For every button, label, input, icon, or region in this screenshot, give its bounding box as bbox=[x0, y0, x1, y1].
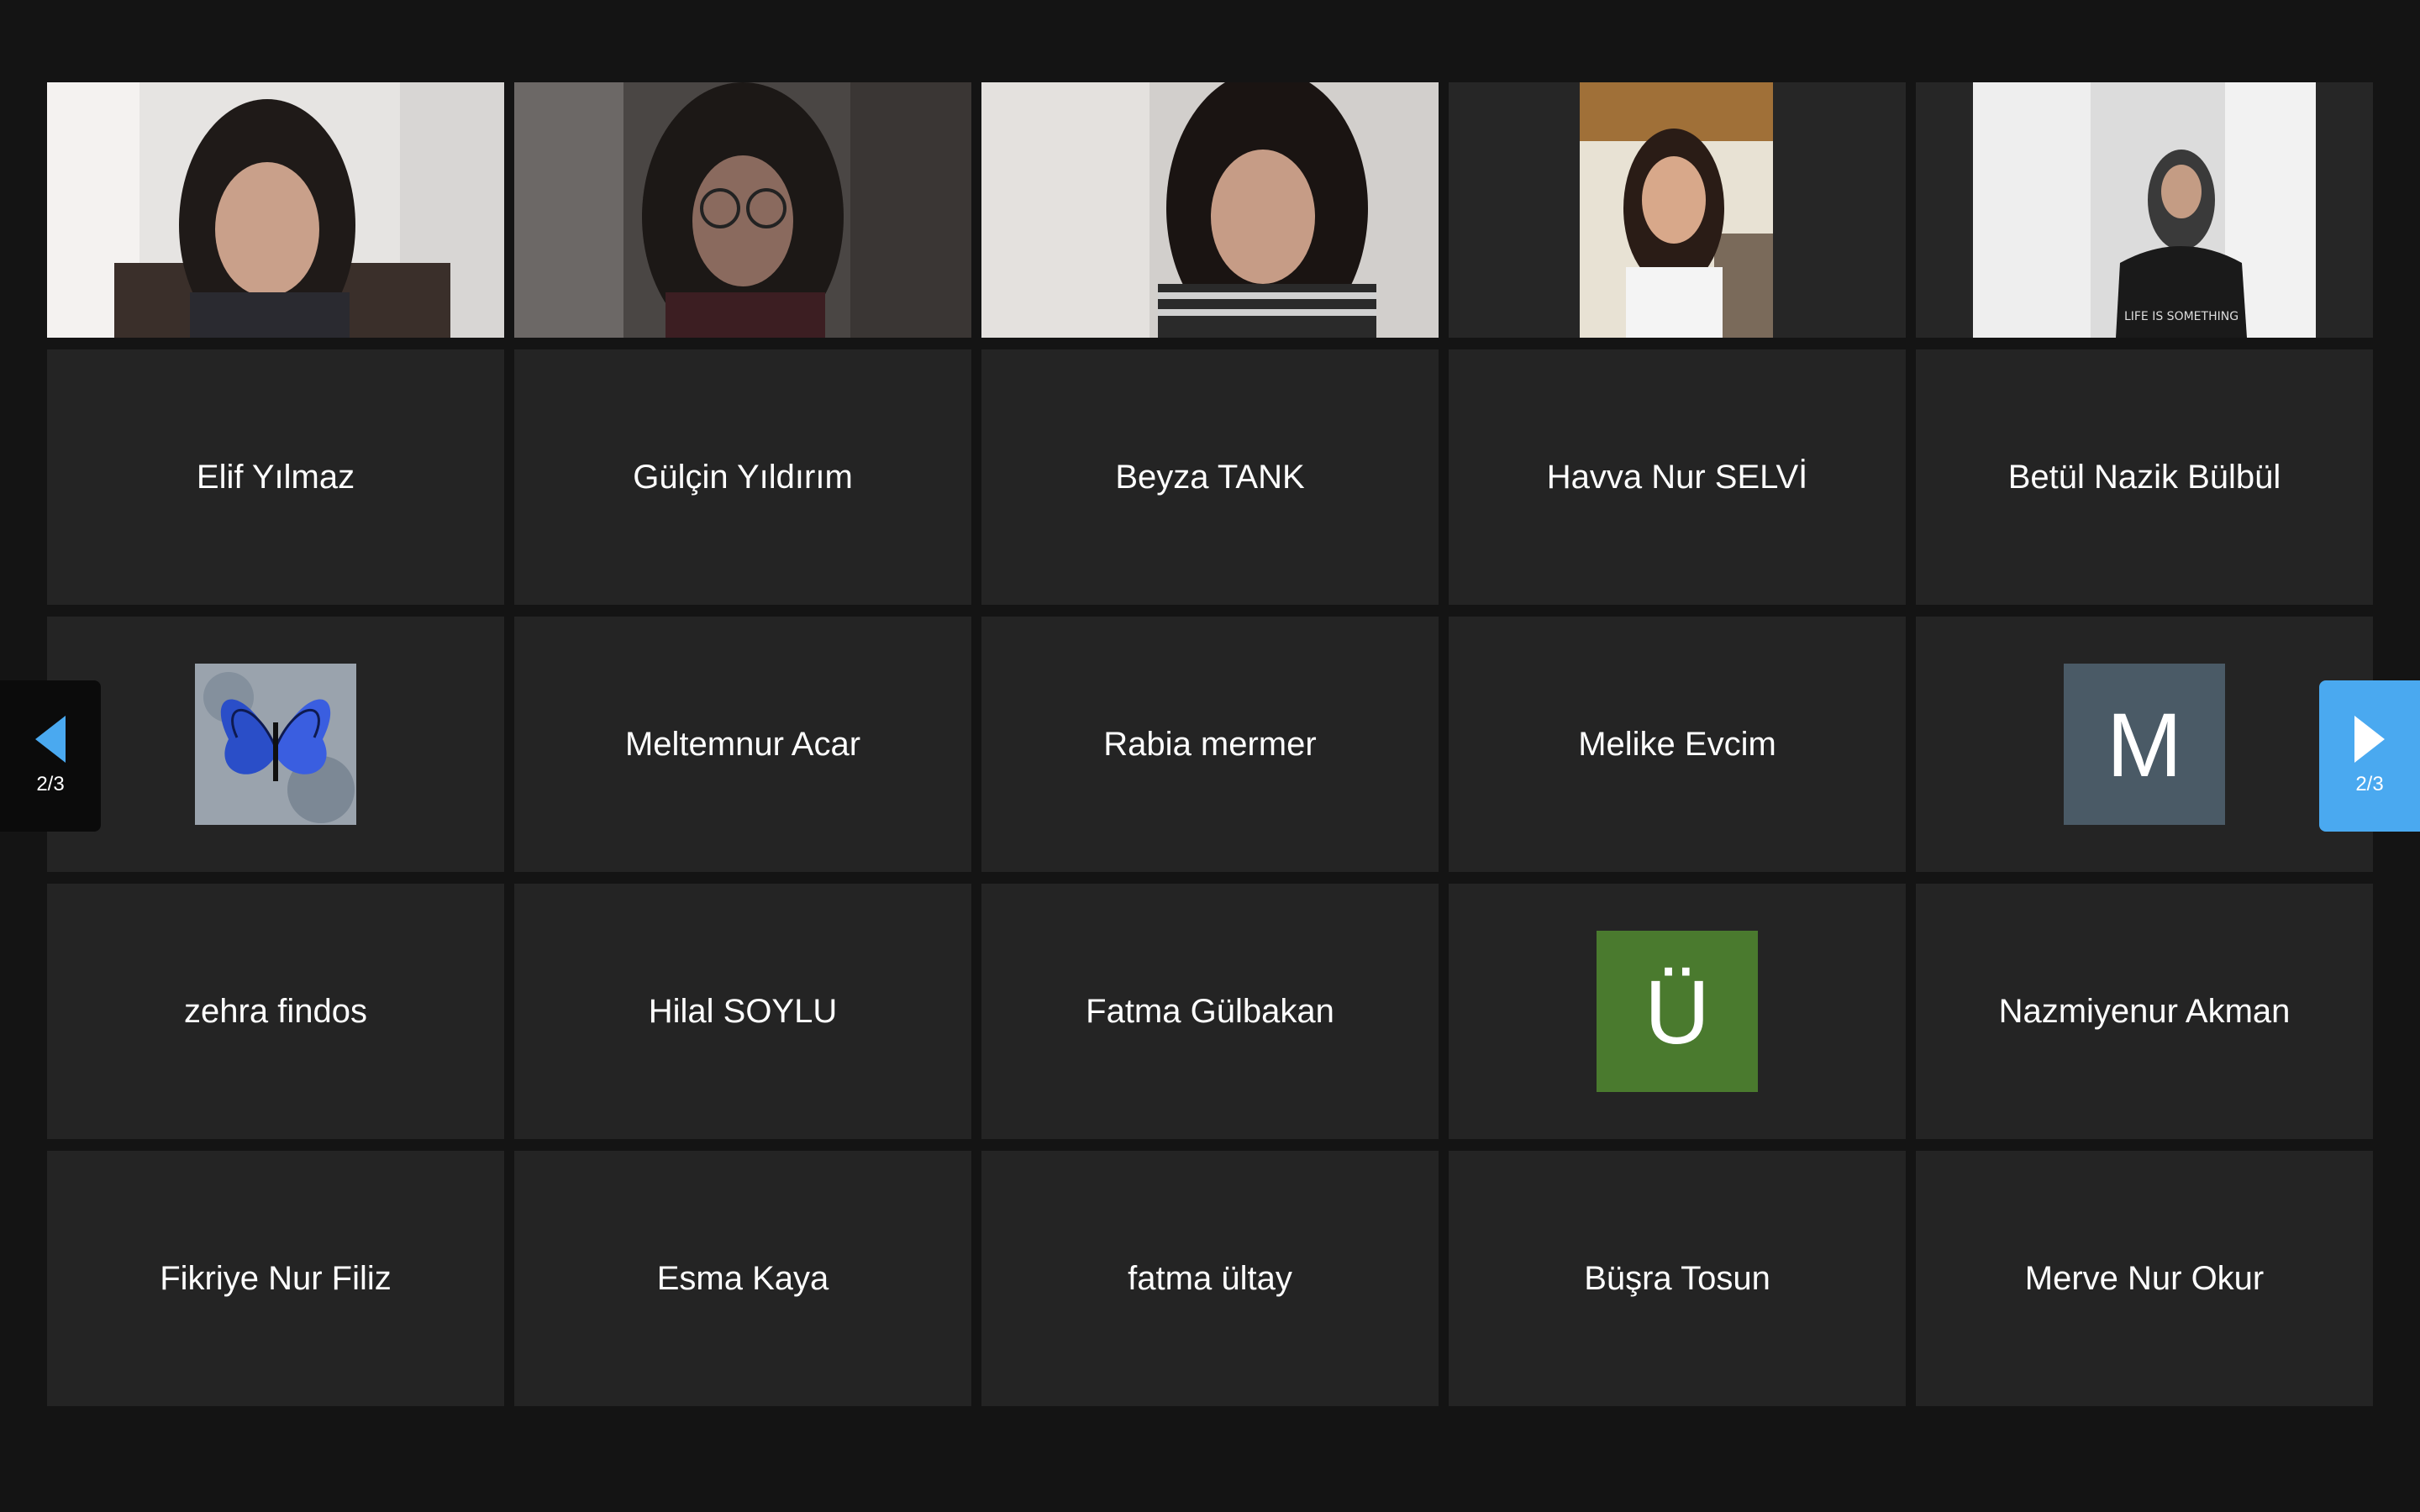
participant-tile[interactable]: fatma ültay bbox=[981, 1151, 1439, 1406]
svg-text:LIFE IS SOMETHING: LIFE IS SOMETHING bbox=[2124, 310, 2238, 323]
participant-name: Esma Kaya bbox=[656, 1259, 829, 1297]
participant-tile[interactable]: M bbox=[1916, 617, 2373, 872]
participant-name: Beyza TANK bbox=[1115, 458, 1305, 496]
participant-tile[interactable]: Büşra Tosun bbox=[1449, 1151, 1906, 1406]
participant-name: Meltemnur Acar bbox=[624, 725, 861, 763]
participant-tile[interactable]: Merve Nur Okur bbox=[1916, 1151, 2373, 1406]
next-page-button[interactable]: 2/3 bbox=[2319, 680, 2420, 832]
video-tile-2[interactable] bbox=[514, 82, 971, 338]
participant-name: Havva Nur SELVİ bbox=[1546, 458, 1808, 496]
participant-tile[interactable]: Havva Nur SELVİ bbox=[1449, 349, 1906, 605]
butterfly-profile-image bbox=[195, 664, 356, 825]
meeting-gallery-view: LIFE IS SOMETHING Elif Yılmaz Gülçin Yıl… bbox=[0, 0, 2420, 1512]
participant-tile[interactable]: Nazmiyenur Akman bbox=[1916, 884, 2373, 1139]
participant-tile[interactable]: zehra findos bbox=[47, 884, 504, 1139]
participant-video bbox=[514, 82, 971, 338]
avatar-initial: Ü bbox=[1597, 931, 1758, 1092]
participant-tile[interactable]: Meltemnur Acar bbox=[514, 617, 971, 872]
participant-name: Merve Nur Okur bbox=[2024, 1259, 2265, 1297]
participant-tile[interactable]: Rabia mermer bbox=[981, 617, 1439, 872]
page-indicator: 2/3 bbox=[2355, 773, 2384, 795]
participant-tile[interactable]: Beyza TANK bbox=[981, 349, 1439, 605]
video-tile-4[interactable] bbox=[1449, 82, 1906, 338]
video-tile-1[interactable] bbox=[47, 82, 504, 338]
participant-video bbox=[981, 82, 1439, 338]
participant-name: Elif Yılmaz bbox=[196, 458, 355, 496]
participant-name: Büşra Tosun bbox=[1584, 1259, 1770, 1297]
participant-name: Gülçin Yıldırım bbox=[633, 458, 853, 496]
participant-name: Fikriye Nur Filiz bbox=[160, 1259, 392, 1297]
participant-name: Rabia mermer bbox=[1103, 725, 1317, 763]
participant-tile[interactable]: Hilal SOYLU bbox=[514, 884, 971, 1139]
participant-tile[interactable]: Elif Yılmaz bbox=[47, 349, 504, 605]
video-tile-3[interactable] bbox=[981, 82, 1439, 338]
participant-tile[interactable]: Melike Evcim bbox=[1449, 617, 1906, 872]
participant-name: Melike Evcim bbox=[1578, 725, 1776, 763]
participant-video bbox=[47, 82, 504, 338]
participant-tile[interactable]: Fikriye Nur Filiz bbox=[47, 1151, 504, 1406]
participant-name: Hilal SOYLU bbox=[648, 992, 838, 1030]
previous-page-button[interactable]: 2/3 bbox=[0, 680, 101, 832]
participant-name: fatma ültay bbox=[1128, 1259, 1292, 1297]
page-indicator: 2/3 bbox=[36, 773, 65, 795]
participant-video bbox=[1580, 82, 1773, 338]
participant-name: Betül Nazik Bülbül bbox=[2007, 458, 2281, 496]
participant-name: Nazmiyenur Akman bbox=[1998, 992, 2291, 1030]
participant-name: zehra findos bbox=[184, 992, 367, 1030]
avatar-initial: M bbox=[2064, 664, 2225, 825]
participant-tile[interactable]: Ü bbox=[1449, 884, 1906, 1139]
chevron-right-icon bbox=[2354, 716, 2385, 763]
participant-tile[interactable]: Fatma Gülbakan bbox=[981, 884, 1439, 1139]
participant-tile[interactable] bbox=[47, 617, 504, 872]
chevron-left-icon bbox=[35, 716, 66, 763]
participant-tile[interactable]: Betül Nazik Bülbül bbox=[1916, 349, 2373, 605]
video-tile-5[interactable]: LIFE IS SOMETHING bbox=[1916, 82, 2373, 338]
participant-tile[interactable]: Esma Kaya bbox=[514, 1151, 971, 1406]
participant-tile[interactable]: Gülçin Yıldırım bbox=[514, 349, 971, 605]
participant-grid: LIFE IS SOMETHING Elif Yılmaz Gülçin Yıl… bbox=[47, 82, 2373, 1408]
participant-name: Fatma Gülbakan bbox=[1086, 992, 1334, 1030]
participant-video: LIFE IS SOMETHING bbox=[1973, 82, 2316, 338]
